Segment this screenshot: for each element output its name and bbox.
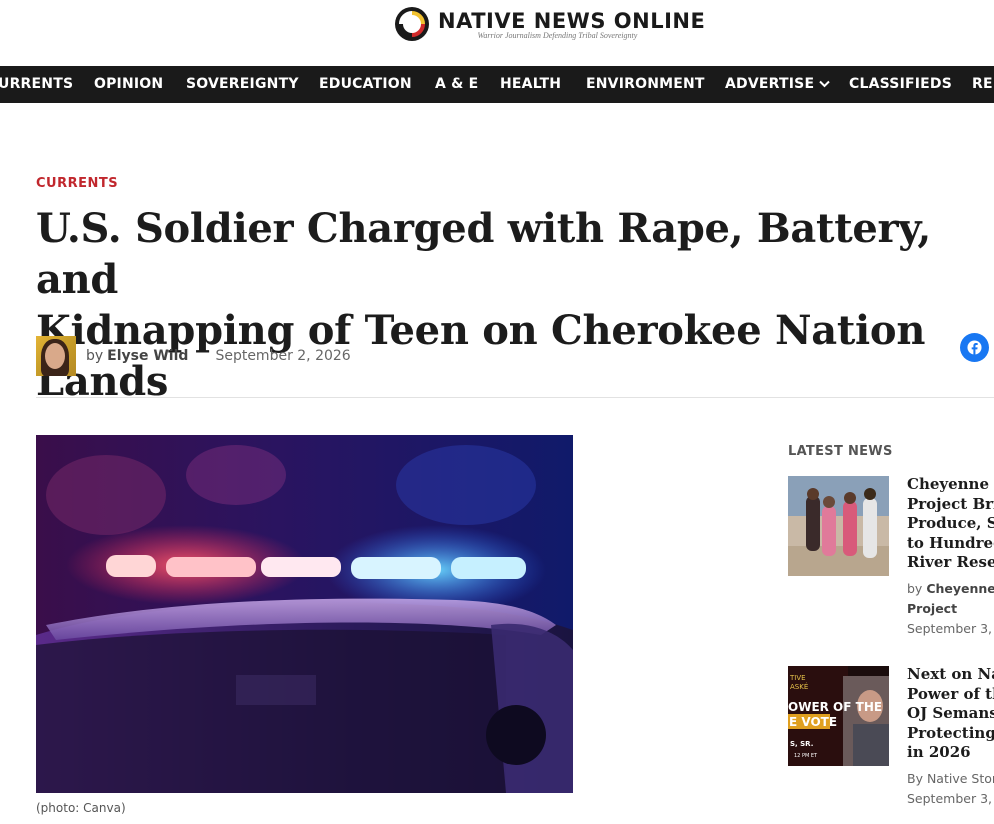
featured-image[interactable] bbox=[36, 435, 573, 793]
latest-news-heading: LATEST NEWS bbox=[788, 444, 893, 459]
latest-news-title-1[interactable]: Cheyenne R Project Brin Produce, Sc to H… bbox=[907, 475, 994, 573]
svg-text:12 PM ET: 12 PM ET bbox=[794, 753, 818, 759]
nav-item-sovereignty[interactable]: SOVEREIGNTY bbox=[186, 66, 299, 103]
nav-item-currents[interactable]: URRENTS bbox=[0, 66, 73, 103]
byline-text: by Elyse Wild bbox=[86, 348, 188, 364]
latest-news-byline-1: by Cheyenne Project bbox=[907, 581, 994, 616]
svg-text:S, SR.: S, SR. bbox=[790, 740, 813, 748]
svg-text:OWER OF THE: OWER OF THE bbox=[788, 700, 882, 714]
by-prefix: by bbox=[86, 348, 104, 364]
article-category-link[interactable]: CURRENTS bbox=[36, 176, 118, 191]
author-link[interactable]: Elyse Wild bbox=[107, 348, 188, 364]
news-thumbnail[interactable] bbox=[788, 476, 889, 576]
nav-item-environment[interactable]: ENVIRONMENT bbox=[586, 66, 705, 103]
students-photo-thumbnail bbox=[788, 476, 889, 576]
publish-date: September 2, 2026 bbox=[215, 348, 351, 364]
image-caption: (photo: Canva) bbox=[36, 801, 126, 815]
latest-news-author-1[interactable]: Cheyenne bbox=[926, 581, 994, 596]
nav-item-advertise[interactable]: ADVERTISE bbox=[725, 66, 830, 103]
news-thumbnail[interactable]: TIVE ASKÉ OWER OF THE E VOTE S, SR. 12 P… bbox=[788, 666, 889, 766]
facebook-icon bbox=[967, 340, 982, 355]
nav-item-education[interactable]: EDUCATION bbox=[319, 66, 412, 103]
site-logo[interactable]: NATIVE NEWS ONLINE Warrior Journalism De… bbox=[394, 6, 705, 42]
nav-item-classifieds[interactable]: CLASSIFIEDS bbox=[849, 66, 952, 103]
svg-text:ASKÉ: ASKÉ bbox=[790, 682, 808, 691]
author-avatar[interactable] bbox=[36, 336, 76, 376]
latest-news-title-2[interactable]: Next on Na Power of th OJ Semans, Protec… bbox=[907, 665, 994, 763]
nav-item-opinion[interactable]: OPINION bbox=[94, 66, 163, 103]
article-title: U.S. Soldier Charged with Rape, Battery,… bbox=[36, 203, 994, 407]
nav-item-health[interactable]: HEALTH bbox=[500, 66, 561, 103]
byline-divider bbox=[36, 397, 994, 398]
latest-news-date-2: September 3, bbox=[907, 791, 992, 806]
article-title-line-1: U.S. Soldier Charged with Rape, Battery,… bbox=[36, 205, 932, 303]
site-name: NATIVE NEWS ONLINE bbox=[438, 8, 706, 33]
medicine-wheel-logo-icon bbox=[394, 6, 430, 42]
facebook-share-button[interactable] bbox=[960, 333, 989, 362]
svg-text:TIVE: TIVE bbox=[789, 674, 806, 682]
chevron-down-icon bbox=[819, 80, 830, 88]
latest-news-date-1: September 3, bbox=[907, 621, 992, 636]
nav-item-truncated[interactable]: RE bbox=[972, 66, 993, 103]
nav-item-advertise-label: ADVERTISE bbox=[725, 76, 815, 92]
svg-text:E VOTE: E VOTE bbox=[789, 715, 837, 729]
latest-news-byline-2[interactable]: By Native Stor bbox=[907, 769, 994, 789]
article-byline: by Elyse Wild September 2, 2026 bbox=[36, 336, 351, 376]
nav-item-arts-entertainment[interactable]: A & E bbox=[435, 66, 478, 103]
main-nav: URRENTS OPINION SOVEREIGNTY EDUCATION A … bbox=[0, 66, 994, 103]
native-stories-promo-thumbnail: TIVE ASKÉ OWER OF THE E VOTE S, SR. 12 P… bbox=[788, 666, 889, 766]
police-car-lights-image bbox=[36, 435, 573, 793]
